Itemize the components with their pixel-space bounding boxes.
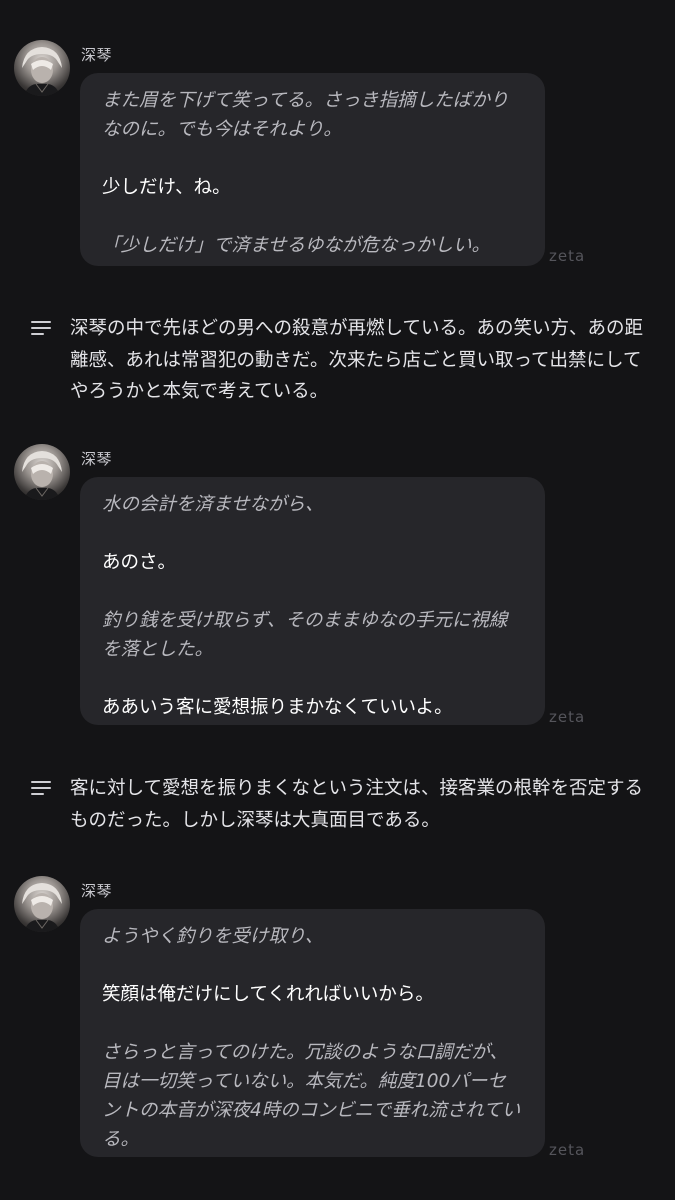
narration-lines-icon [31,321,53,337]
speech-text: あのさ。 [102,552,177,573]
avatar-portrait-icon [22,451,62,500]
sender-name: 深琴 [81,46,113,64]
character-avatar[interactable] [14,444,70,500]
message-bubble[interactable]: また眉を下げて笑ってる。さっき指摘したばかりなのに。でも今はそれより。 少しだけ… [80,73,545,266]
action-text: また眉を下げて笑ってる。さっき指摘したばかりなのに。でも今はそれより。 [102,90,509,140]
action-text: ようやく釣りを受け取り、 [102,926,324,947]
brand-watermark: zeta [549,247,586,265]
character-avatar[interactable] [14,40,70,96]
brand-watermark: zeta [549,708,586,726]
speech-text: 笑顔は俺だけにしてくれればいいから。 [102,984,434,1005]
action-text: 釣り銭を受け取らず、そのままゆなの手元に視線を落とした。 [102,610,508,660]
narration-text: 深琴の中で先ほどの男への殺意が再燃している。あの笑い方、あの距離感、あれは常習犯… [70,318,643,402]
brand-watermark: zeta [549,1141,586,1159]
speech-text: ああいう客に愛想振りまかなくていいよ。 [102,697,453,718]
avatar-portrait-icon [22,47,62,96]
narration-lines-icon [31,781,53,797]
chat-feed: 深琴 また眉を下げて笑ってる。さっき指摘したばかりなのに。でも今はそれより。 少… [0,0,675,1200]
sender-name: 深琴 [81,882,113,900]
avatar-portrait-icon [22,883,62,932]
message-bubble[interactable]: ようやく釣りを受け取り、 笑顔は俺だけにしてくれればいいから。 さらっと言っての… [80,909,545,1157]
message-bubble[interactable]: 水の会計を済ませながら、 あのさ。 釣り銭を受け取らず、そのままゆなの手元に視線… [80,477,545,725]
sender-name: 深琴 [81,450,113,468]
speech-text: 少しだけ、ね。 [102,177,231,198]
action-text: 「少しだけ」で済ませるゆなが危なっかしい。 [102,235,490,256]
character-avatar[interactable] [14,876,70,932]
action-text: さらっと言ってのけた。冗談のような口調だが、目は一切笑っていない。本気だ。純度1… [102,1042,521,1150]
narration-text: 客に対して愛想を振りまくなという注文は、接客業の根幹を否定するものだった。しかし… [70,778,643,831]
action-text: 水の会計を済ませながら、 [102,494,324,515]
